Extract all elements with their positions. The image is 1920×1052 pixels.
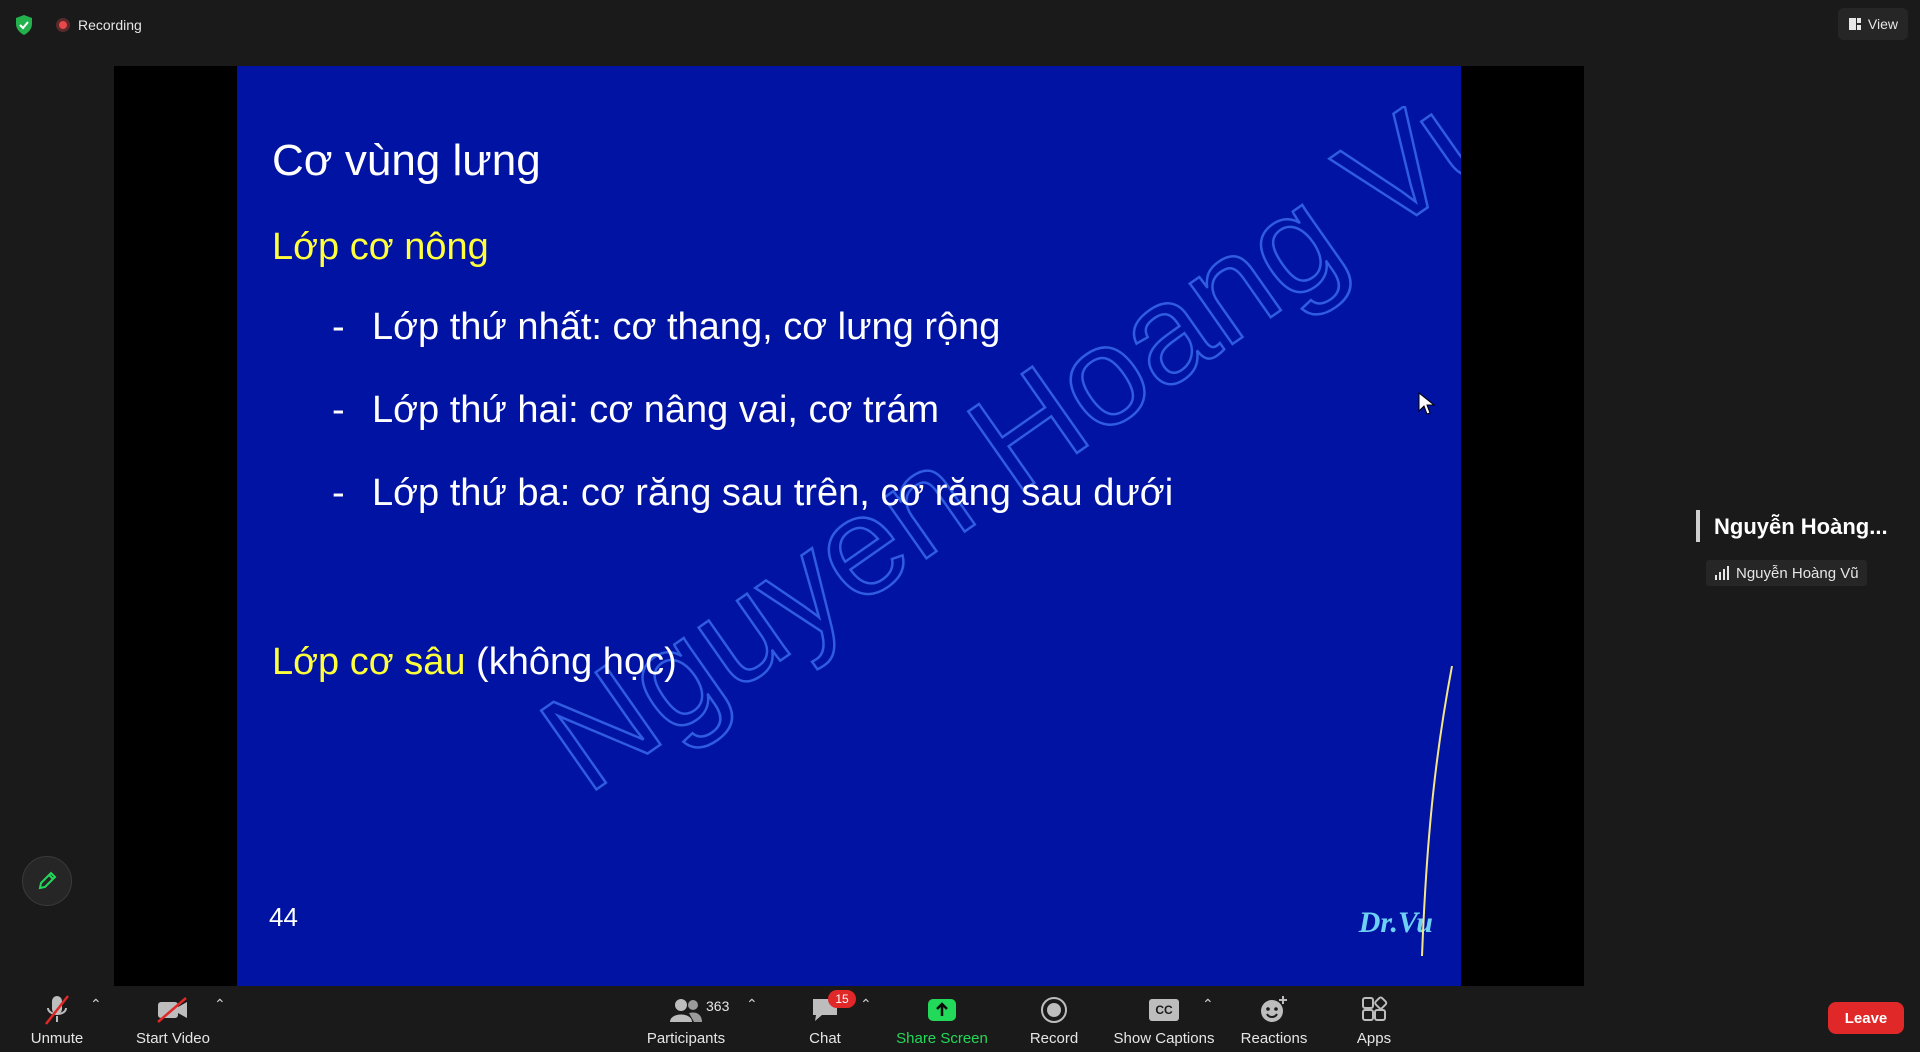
reactions-label: Reactions [1240, 1030, 1308, 1047]
speaker-indicator-bar [1696, 510, 1700, 542]
presentation-slide: Nguyen Hoang Vu Cơ vùng lưng Lớp cơ nông… [237, 66, 1461, 986]
captions-options-caret-icon[interactable]: ⌃ [1202, 996, 1214, 1013]
reactions-button[interactable]: Reactions [1238, 986, 1310, 1052]
bullet-text: Lớp thứ hai: cơ nâng vai, cơ trám [372, 389, 939, 431]
bullet-dash: - [332, 472, 345, 514]
view-grid-icon [1848, 18, 1861, 30]
reactions-icon [1261, 996, 1287, 1022]
video-options-caret-icon[interactable]: ⌃ [214, 996, 226, 1013]
signal-strength-icon [1715, 566, 1729, 580]
slide-page-number: 44 [269, 902, 298, 932]
bullet-dash: - [332, 389, 345, 431]
bullet-item: - Lớp thứ ba: cơ răng sau trên, cơ răng … [332, 472, 1173, 555]
speaker-name-tag: Nguyễn Hoàng Vũ [1706, 560, 1867, 586]
start-video-button[interactable]: Start Video [130, 986, 216, 1052]
chat-unread-badge: 15 [828, 990, 856, 1008]
speaker-tag-label: Nguyễn Hoàng Vũ [1736, 564, 1859, 582]
view-button[interactable]: View [1837, 8, 1908, 40]
apps-button[interactable]: Apps [1352, 986, 1396, 1052]
participants-options-caret-icon[interactable]: ⌃ [746, 996, 758, 1013]
share-screen-button[interactable]: Share Screen [896, 986, 988, 1052]
share-screen-label: Share Screen [896, 1030, 988, 1047]
video-camera-off-icon [157, 997, 187, 1023]
unmute-label: Unmute [30, 1030, 84, 1047]
record-button[interactable]: Record [1026, 986, 1082, 1052]
participants-count: 363 [706, 998, 730, 1014]
recording-indicator[interactable]: Recording [56, 15, 142, 35]
security-shield-icon[interactable] [14, 14, 34, 36]
bullet-dash: - [332, 306, 345, 348]
top-bar: Recording View [0, 0, 1920, 50]
bullet-item: - Lớp thứ hai: cơ nâng vai, cơ trám [332, 389, 1173, 472]
section-heading-deep: Lớp cơ sâu (không học) [272, 641, 677, 684]
recording-dot-icon [56, 18, 70, 32]
section-deep-highlight: Lớp cơ sâu [272, 641, 466, 683]
participants-icon [670, 999, 702, 1022]
meeting-toolbar: Unmute ⌃ Start Video ⌃ Participants 363 … [0, 986, 1920, 1052]
apps-icon [1362, 996, 1388, 1021]
show-captions-button[interactable]: CC Show Captions [1112, 986, 1216, 1052]
record-label: Record [1029, 1030, 1079, 1047]
chat-label: Chat [809, 1030, 841, 1047]
microphone-muted-icon [45, 995, 69, 1025]
bullet-text: Lớp thứ ba: cơ răng sau trên, cơ răng sa… [372, 472, 1174, 514]
chat-options-caret-icon[interactable]: ⌃ [860, 996, 872, 1013]
recording-label: Recording [78, 17, 142, 33]
bullet-list: - Lớp thứ nhất: cơ thang, cơ lưng rộng -… [332, 306, 1173, 555]
record-icon [1041, 997, 1067, 1023]
unmute-button[interactable]: Unmute [22, 986, 92, 1052]
section-deep-note: (không học) [465, 641, 677, 683]
bullet-text: Lớp thứ nhất: cơ thang, cơ lưng rộng [372, 306, 1001, 348]
annotate-button[interactable] [22, 856, 72, 906]
captions-icon: CC [1149, 999, 1179, 1021]
show-captions-label: Show Captions [1113, 1030, 1215, 1047]
pencil-icon [38, 871, 57, 890]
start-video-label: Start Video [136, 1030, 210, 1047]
slide-title: Cơ vùng lưng [272, 136, 541, 185]
apps-label: Apps [1356, 1030, 1392, 1047]
annotation-stroke [1421, 666, 1453, 957]
view-label: View [1867, 16, 1898, 32]
active-speaker-name[interactable]: Nguyễn Hoàng... [1714, 514, 1888, 540]
section-heading-superficial: Lớp cơ nông [272, 226, 489, 268]
share-screen-icon [928, 999, 956, 1021]
participants-label: Participants [646, 1030, 726, 1047]
shared-screen: Nguyen Hoang Vu Cơ vùng lưng Lớp cơ nông… [114, 66, 1584, 986]
audio-options-caret-icon[interactable]: ⌃ [90, 996, 102, 1013]
bullet-item: - Lớp thứ nhất: cơ thang, cơ lưng rộng [332, 306, 1173, 389]
mouse-cursor-icon [1418, 392, 1436, 415]
leave-meeting-button[interactable]: Leave [1828, 1002, 1904, 1034]
participants-button[interactable]: Participants [644, 986, 728, 1052]
